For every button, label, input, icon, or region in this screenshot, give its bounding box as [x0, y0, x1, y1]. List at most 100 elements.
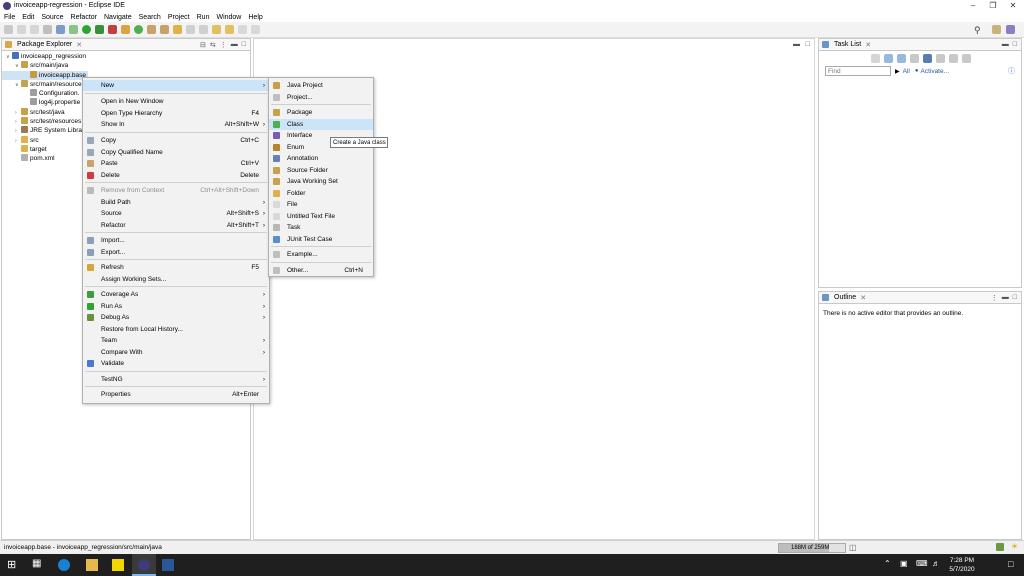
menu-item-source[interactable]: Source Alt+Shift+S › [83, 208, 269, 219]
menu-item-java-working-set[interactable]: Java Working Set [269, 176, 373, 187]
tree-item[interactable]: ∨ src/main/java [2, 61, 250, 70]
package-explorer-tab[interactable]: Package Explorer ✕ ⊟ ⇆ ⋮ ▬ □ [2, 39, 250, 51]
minimize-view-icon[interactable]: ▬ [1002, 294, 1009, 301]
next-annotation-icon[interactable] [186, 25, 195, 34]
clock[interactable]: 7:28 PM 5/7/2020 [944, 556, 980, 574]
menu-item-package[interactable]: Package [269, 107, 373, 118]
menu-item-run-as[interactable]: Run As › [83, 301, 269, 312]
menu-item-build-path[interactable]: Build Path › [83, 197, 269, 208]
edge-icon[interactable] [58, 559, 70, 571]
keyboard-icon[interactable]: ⌨ [916, 559, 928, 568]
close-tab-icon[interactable]: ✕ [860, 294, 866, 302]
menu-item-refresh[interactable]: Refresh F5 [83, 262, 269, 273]
menu-edit[interactable]: Edit [22, 14, 34, 21]
sticky-notes-icon[interactable] [112, 559, 124, 571]
tree-item[interactable]: ∨ invoiceapp_regression [2, 52, 250, 61]
menu-item-properties[interactable]: Properties Alt+Enter [83, 389, 269, 400]
outline-tab[interactable]: Outline ✕ ⋮ ▬ □ [819, 292, 1021, 304]
maximize-view-icon[interactable]: □ [1013, 41, 1017, 48]
menu-item-folder[interactable]: Folder [269, 188, 373, 199]
save-all-icon[interactable] [30, 25, 39, 34]
minimize-view-icon[interactable]: ▬ [231, 41, 238, 48]
menu-item-class[interactable]: Class [269, 118, 373, 130]
volume-icon[interactable]: ♬ [932, 559, 940, 568]
menu-item-copy[interactable]: Copy Ctrl+C [83, 135, 269, 146]
task-list-tab[interactable]: Task List ✕ ▬ □ [819, 39, 1021, 51]
sync-icon[interactable] [936, 53, 945, 63]
previous-annotation-icon[interactable] [199, 25, 208, 34]
tree-item[interactable]: invoiceapp.base [2, 70, 88, 80]
menu-navigate[interactable]: Navigate [104, 14, 132, 21]
new-task-icon[interactable] [871, 53, 880, 63]
menu-item-import[interactable]: Import... [83, 235, 269, 246]
minimize-editor-icon[interactable]: ▬ [793, 41, 800, 48]
menu-file[interactable]: File [4, 14, 15, 21]
pin-editor-icon[interactable] [251, 25, 260, 34]
menu-item-refactor[interactable]: Refactor Alt+Shift+T › [83, 220, 269, 231]
menu-item-assign-working-sets[interactable]: Assign Working Sets... [83, 274, 269, 285]
notification-icon[interactable] [996, 543, 1004, 551]
menu-item-compare-with[interactable]: Compare With › [83, 347, 269, 358]
menu-item-team[interactable]: Team › [83, 335, 269, 346]
menu-item-open-type-hierarchy[interactable]: Open Type Hierarchy F4 [83, 108, 269, 119]
java-perspective-icon[interactable] [1006, 25, 1015, 34]
search-icon[interactable]: ⚲ [974, 25, 981, 36]
menu-item-open-in-new-window[interactable]: Open in New Window [83, 96, 269, 107]
coverage-icon[interactable] [95, 25, 104, 34]
menu-item-task[interactable]: Task [269, 222, 373, 233]
menu-item-restore-from-local-history[interactable]: Restore from Local History... [83, 324, 269, 335]
outline-menu-icon[interactable]: ⋮ [991, 294, 998, 302]
menu-item-project[interactable]: Project... [269, 92, 373, 103]
view-menu-icon[interactable]: ⋮ [220, 41, 227, 49]
debug-icon[interactable] [69, 25, 78, 34]
menu-project[interactable]: Project [168, 14, 190, 21]
open-task-icon[interactable] [160, 25, 169, 34]
categorized-icon[interactable] [884, 53, 893, 63]
maximize-view-icon[interactable]: □ [242, 41, 246, 48]
menu-item-other[interactable]: Other... Ctrl+N [269, 265, 373, 276]
menu-item-show-in[interactable]: Show In Alt+Shift+W › [83, 119, 269, 130]
last-edit-icon[interactable] [212, 25, 221, 34]
menu-help[interactable]: Help [248, 14, 262, 21]
menu-source[interactable]: Source [41, 14, 63, 21]
minimize-view-icon[interactable]: ▬ [1002, 41, 1009, 48]
menu-item-annotation[interactable]: Annotation [269, 153, 373, 164]
task-view-icon[interactable]: ▦ [32, 558, 41, 569]
menu-item-testng[interactable]: TestNG › [83, 374, 269, 385]
close-tab-icon[interactable]: ✕ [76, 41, 82, 49]
menu-run[interactable]: Run [197, 14, 210, 21]
menu-item-validate[interactable]: Validate [83, 358, 269, 369]
menu-item-example[interactable]: Example... [269, 249, 373, 260]
focus-icon[interactable] [949, 53, 958, 63]
collapse-icon[interactable] [923, 53, 932, 63]
activate-link[interactable]: Activate... [920, 68, 949, 75]
all-link[interactable]: All [903, 68, 910, 75]
menu-item-delete[interactable]: Delete Delete [83, 170, 269, 181]
menu-item-java-project[interactable]: Java Project [269, 80, 373, 91]
new-icon[interactable] [4, 25, 13, 34]
new-java-package-icon[interactable] [121, 25, 130, 34]
back-icon[interactable] [225, 25, 234, 34]
menu-item-new[interactable]: New › [83, 80, 269, 91]
close-icon[interactable]: ✕ [1003, 0, 1023, 12]
menu-item-paste[interactable]: Paste Ctrl+V [83, 158, 269, 169]
heap-status[interactable]: 188M of 259M [778, 543, 846, 553]
file-explorer-icon[interactable] [86, 559, 98, 571]
play-icon[interactable]: ▶ [895, 68, 900, 75]
menu-item-untitled-text-file[interactable]: Untitled Text File [269, 211, 373, 222]
menu-item-debug-as[interactable]: Debug As › [83, 312, 269, 323]
close-tab-icon[interactable]: ✕ [865, 41, 871, 49]
tip-icon[interactable]: ☀ [1011, 542, 1018, 551]
link-editor-icon[interactable]: ⇆ [210, 41, 216, 49]
minimize-icon[interactable]: – [963, 0, 983, 12]
scheduled-icon[interactable] [897, 53, 906, 63]
menu-item-remove-from-context[interactable]: Remove from Context Ctrl+Alt+Shift+Down [83, 185, 269, 196]
search-tool-icon[interactable] [173, 25, 182, 34]
task-view-menu-icon[interactable] [962, 53, 971, 63]
external-tools-icon[interactable] [108, 25, 117, 34]
run-icon[interactable] [82, 25, 91, 34]
save-icon[interactable] [17, 25, 26, 34]
maximize-editor-icon[interactable]: □ [806, 41, 810, 48]
menu-item-export[interactable]: Export... [83, 247, 269, 258]
open-type-icon[interactable] [147, 25, 156, 34]
